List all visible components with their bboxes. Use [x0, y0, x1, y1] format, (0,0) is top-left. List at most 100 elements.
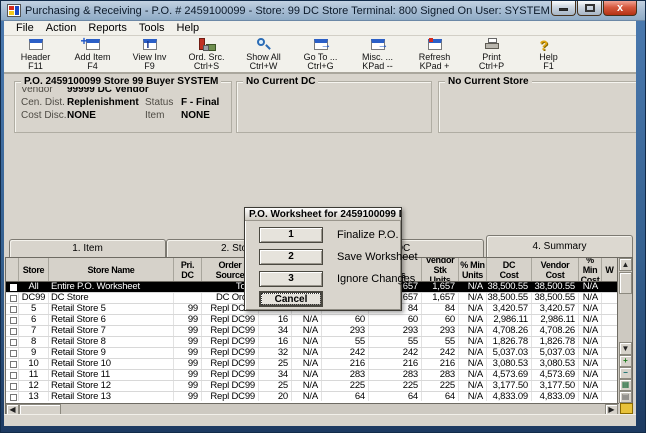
cell-w: [602, 337, 618, 347]
ord-src-button[interactable]: Ord. Src.Ctrl+S: [181, 38, 232, 72]
header-button[interactable]: HeaderF11: [10, 38, 61, 72]
go-to-button[interactable]: →Go To ...Ctrl+G: [295, 38, 346, 72]
cell-name: DC Store: [49, 293, 174, 303]
header-window-icon: [27, 38, 45, 52]
show-all-button[interactable]: Show AllCtrl+W: [238, 38, 289, 72]
go-to-icon: →: [312, 38, 330, 52]
cell-store: 13: [19, 392, 49, 401]
cancel-button[interactable]: Cancel: [259, 291, 323, 307]
menu-reports[interactable]: Reports: [82, 21, 133, 35]
row-checkbox[interactable]: [6, 282, 19, 292]
close-button[interactable]: x: [603, 1, 637, 16]
maximize-button[interactable]: [577, 1, 602, 16]
row-checkbox[interactable]: [6, 348, 19, 358]
cell-stk_units: 293: [369, 326, 422, 336]
cell-pct_min_units: N/A: [459, 359, 487, 369]
table-row-10[interactable]: 10Retail Store 1099Repl DC9925N/A2162162…: [6, 359, 632, 370]
toolbar-button-shortcut: F1: [543, 62, 554, 71]
toolbar-button-shortcut: F9: [144, 62, 155, 71]
cen-dist-value: Replenishment: [67, 97, 145, 108]
cell-name: Retail Store 11: [49, 370, 174, 380]
refresh-button[interactable]: RefreshKPad +: [409, 38, 460, 72]
table-row-11[interactable]: 11Retail Store 1199Repl DC9934N/A2832832…: [6, 370, 632, 381]
row-checkbox[interactable]: [6, 293, 19, 303]
zoom-in-button[interactable]: +: [619, 355, 632, 367]
scroll-down-button[interactable]: ▼: [619, 342, 632, 355]
row-checkbox[interactable]: [6, 381, 19, 391]
lock-button[interactable]: [620, 403, 633, 414]
misc-button[interactable]: →Misc. ...KPad --: [352, 38, 403, 72]
row-checkbox[interactable]: [6, 304, 19, 314]
table-row-9[interactable]: 9Retail Store 999Repl DC9932N/A242242242…: [6, 348, 632, 359]
store-info-panel: No Current Store: [438, 81, 636, 133]
table-row-6[interactable]: 6Retail Store 699Repl DC9916N/A606060N/A…: [6, 315, 632, 326]
row-checkbox[interactable]: [6, 392, 19, 401]
option-2-button[interactable]: 2: [259, 249, 323, 265]
sheet-button[interactable]: ▦: [619, 379, 632, 391]
zoom-out-button[interactable]: −: [619, 367, 632, 379]
cell-pct_min_units: N/A: [459, 381, 487, 391]
cell-ord_units: 216: [322, 359, 369, 369]
menu-help[interactable]: Help: [171, 21, 206, 35]
cell-w: [602, 392, 618, 401]
cell-dc_cost: 4,708.26: [487, 326, 532, 336]
cell-vendor_cost: 3,177.50: [532, 381, 579, 391]
cell-items: 34: [259, 326, 292, 336]
cell-w: [602, 326, 618, 336]
cell-vendor_cost: 3,080.53: [532, 359, 579, 369]
minimize-button[interactable]: [551, 1, 576, 16]
tab-4-summary[interactable]: 4. Summary: [486, 235, 633, 257]
grid-print-button[interactable]: ▤: [619, 391, 632, 403]
print-button[interactable]: PrintCtrl+P: [466, 38, 517, 72]
menu-tools[interactable]: Tools: [133, 21, 171, 35]
cell-pri: 99: [174, 348, 202, 358]
view-inv-button[interactable]: IView InvF9: [124, 38, 175, 72]
vertical-scrollbar[interactable]: ▲ ▼ + − ▦ ▤: [617, 258, 632, 403]
cell-w: [602, 293, 618, 303]
cell-pct_min_cost: N/A: [579, 326, 602, 336]
cell-ord_units: 55: [322, 337, 369, 347]
row-checkbox[interactable]: [6, 370, 19, 380]
row-checkbox[interactable]: [6, 326, 19, 336]
toolbar-button-shortcut: KPad --: [362, 62, 393, 71]
table-row-13[interactable]: 13Retail Store 1399Repl DC9920N/A646464N…: [6, 392, 632, 401]
add-item-icon: +: [84, 38, 102, 52]
cell-chg: N/A: [292, 381, 322, 391]
table-row-7[interactable]: 7Retail Store 799Repl DC9934N/A293293293…: [6, 326, 632, 337]
item-label: Item: [145, 110, 181, 121]
cell-dc_cost: 4,573.69: [487, 370, 532, 380]
checkbox-icon: [10, 328, 17, 335]
table-row-8[interactable]: 8Retail Store 899Repl DC9916N/A555555N/A…: [6, 337, 632, 348]
po-info-panel: P.O. 2459100099 Store 99 Buyer SYSTEM Ve…: [14, 81, 232, 133]
cell-pct_min_cost: N/A: [579, 370, 602, 380]
cell-items: 25: [259, 381, 292, 391]
po-panel-legend: P.O. 2459100099 Store 99 Buyer SYSTEM: [21, 76, 221, 87]
option-3-button[interactable]: 3: [259, 271, 323, 287]
cell-chg: N/A: [292, 392, 322, 401]
cell-pct_min_units: N/A: [459, 370, 487, 380]
scroll-up-button[interactable]: ▲: [619, 258, 632, 271]
cell-src: Repl DC99: [202, 326, 259, 336]
menu-file[interactable]: File: [10, 21, 40, 35]
option-1-button[interactable]: 1: [259, 227, 323, 243]
table-row-12[interactable]: 12Retail Store 1299Repl DC9925N/A2252252…: [6, 381, 632, 392]
checkbox-icon: [10, 317, 17, 324]
title-bar: Purchasing & Receiving - P.O. # 24591000…: [1, 1, 645, 21]
row-checkbox[interactable]: [6, 315, 19, 325]
cell-dc_cost: 2,986.11: [487, 315, 532, 325]
help-button[interactable]: ?HelpF1: [523, 38, 574, 72]
cost-disc-value: NONE: [67, 110, 145, 121]
add-item-button[interactable]: +Add ItemF4: [67, 38, 118, 72]
menu-action[interactable]: Action: [40, 21, 83, 35]
cell-pct_min_units: N/A: [459, 348, 487, 358]
tab-1-item[interactable]: 1. Item: [9, 239, 166, 257]
app-icon: [7, 4, 21, 17]
vertical-scroll-thumb[interactable]: [619, 272, 632, 294]
row-checkbox[interactable]: [6, 337, 19, 347]
cell-pct_min_units: N/A: [459, 293, 487, 303]
dialog-option-row: 2Save Worksheet: [259, 249, 418, 265]
cell-pct_min_units: N/A: [459, 337, 487, 347]
checkbox-icon: [10, 284, 17, 291]
row-checkbox[interactable]: [6, 359, 19, 369]
cell-w: [602, 282, 618, 292]
